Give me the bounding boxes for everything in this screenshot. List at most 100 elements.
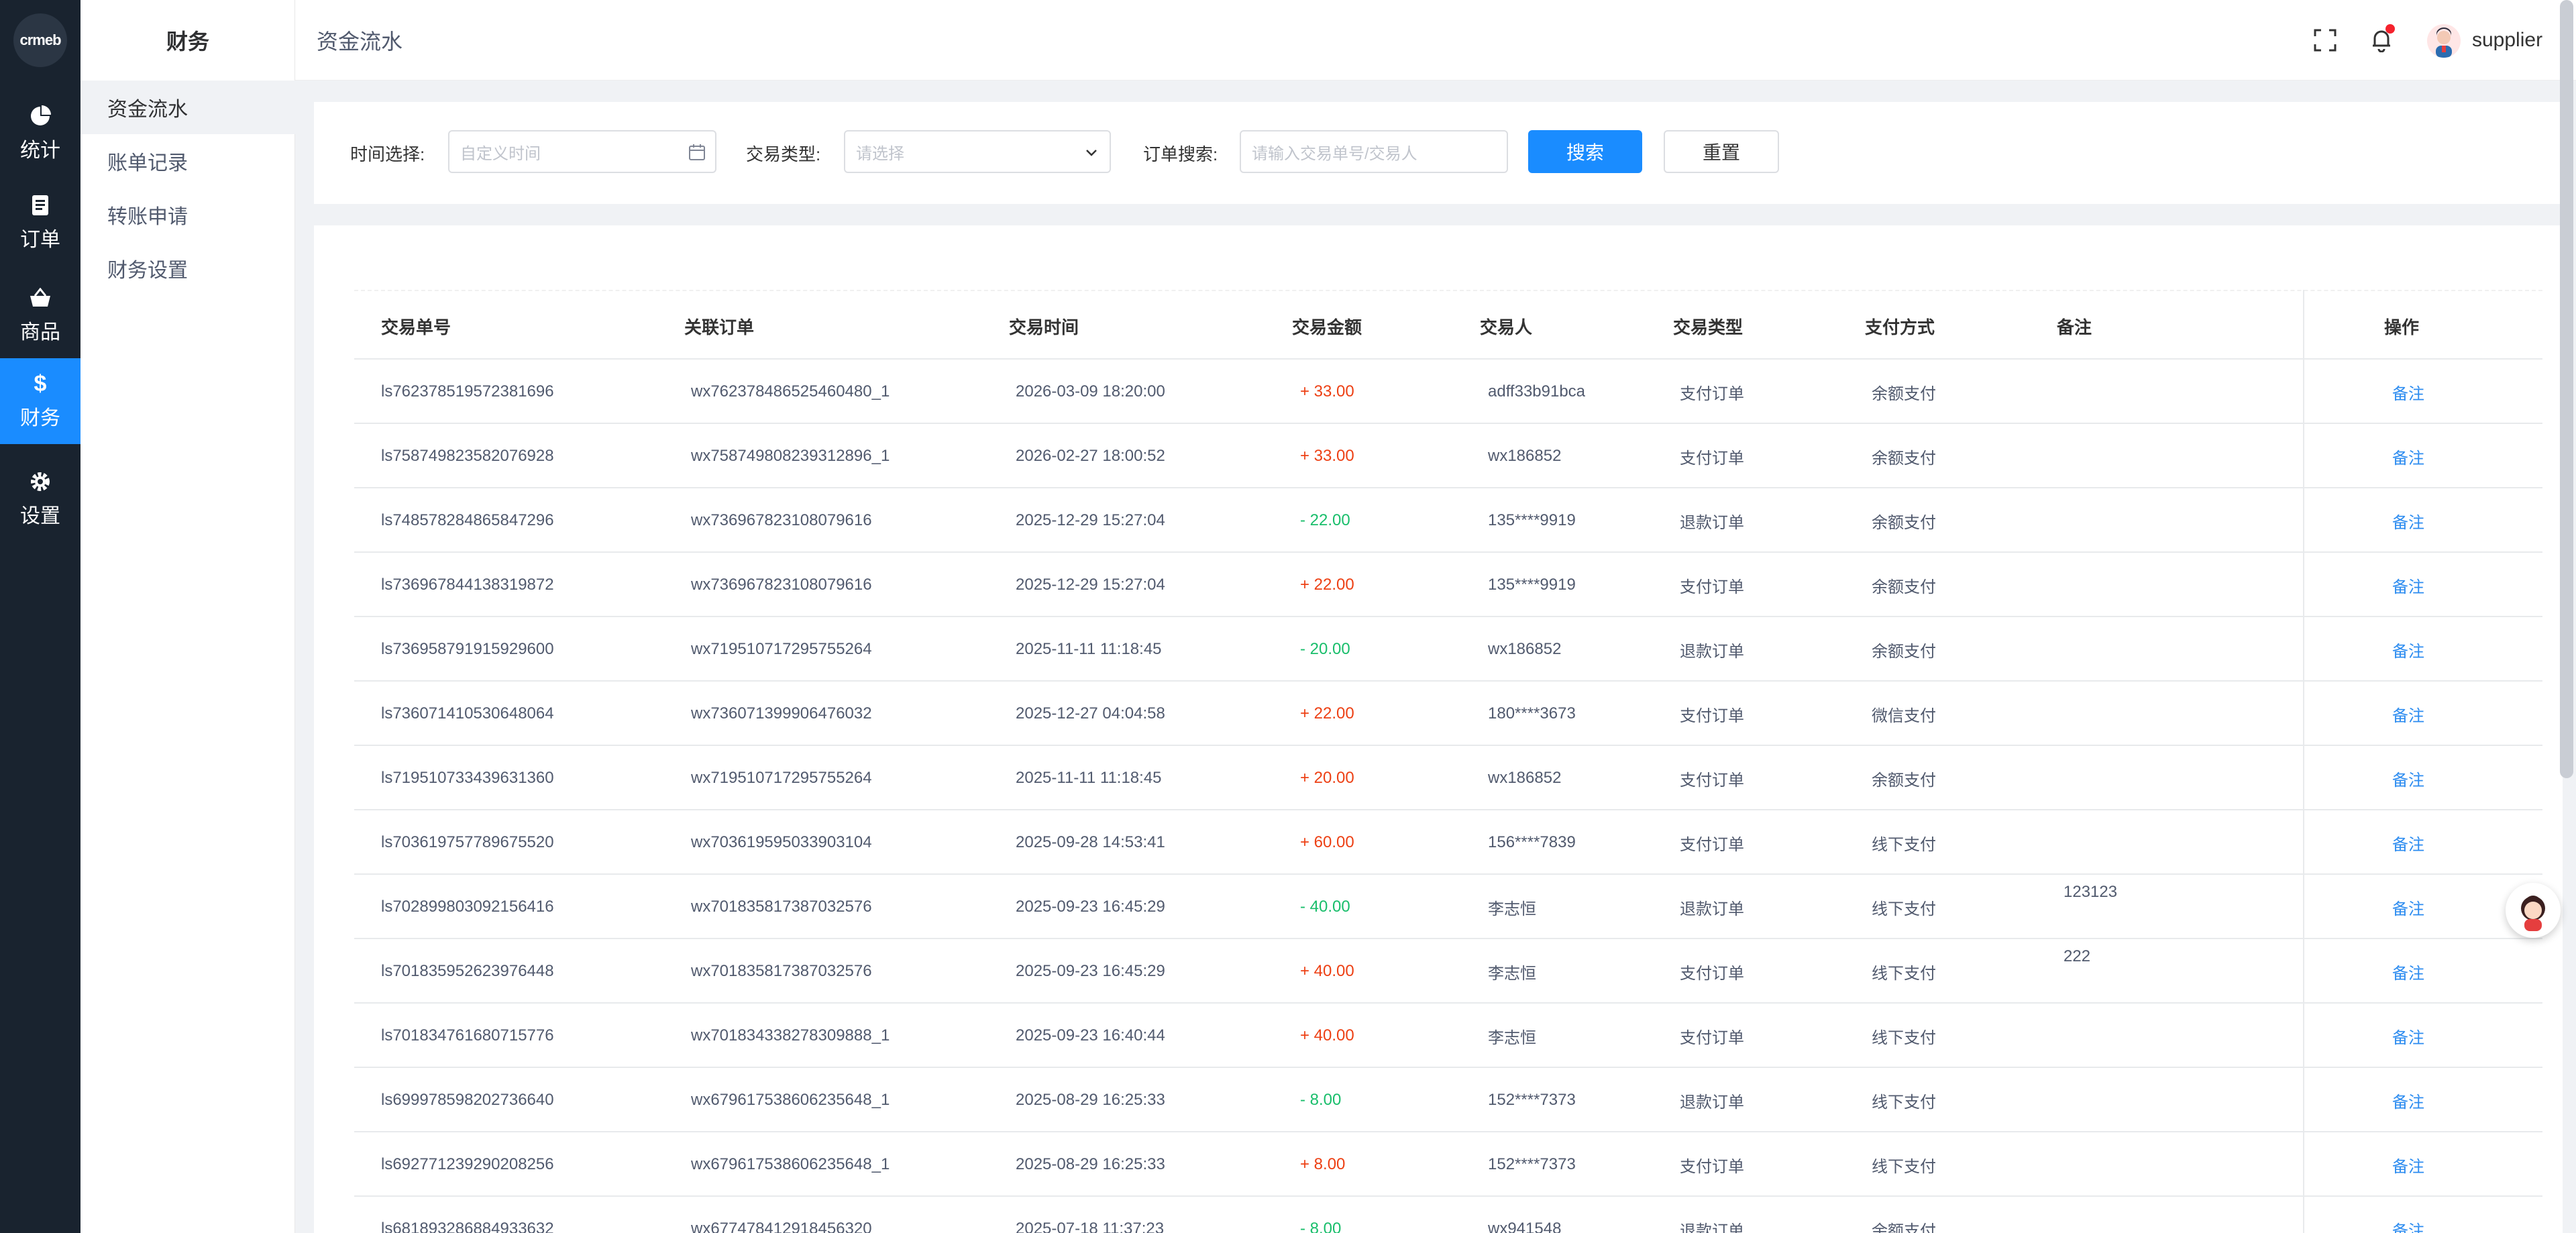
cell-amount: + 60.00	[1300, 833, 1354, 851]
nav-item-orders[interactable]: 订单	[0, 180, 80, 266]
order-search-input[interactable]: 请输入交易单号/交易人	[1240, 130, 1508, 173]
top-header: 资金流水 supplier	[295, 0, 2576, 81]
remark-action-link[interactable]: 备注	[2392, 553, 2424, 617]
nav-item-settings[interactable]: 设置	[0, 456, 80, 542]
remark-action-link[interactable]: 备注	[2392, 360, 2424, 424]
date-range-input[interactable]: 自定义时间	[448, 130, 716, 173]
nav-label: 设置	[20, 505, 60, 527]
cell-amount: + 40.00	[1300, 1026, 1354, 1044]
cell-user: 李志恒	[1488, 900, 1536, 918]
col-type: 交易类型	[1673, 317, 1743, 337]
remark-action-link[interactable]: 备注	[2392, 488, 2424, 553]
remark-action-link[interactable]: 备注	[2392, 1004, 2424, 1068]
table-row: ls758749823582076928 wx758749808239312896…	[354, 424, 2542, 488]
fullscreen-icon[interactable]	[2312, 27, 2339, 54]
submenu-item-bill-records[interactable]: 账单记录	[80, 134, 295, 188]
nav-item-statistics[interactable]: 统计	[0, 91, 80, 176]
select-placeholder: 请选择	[856, 144, 904, 163]
cell-related-order: wx679617538606235648_1	[691, 1155, 890, 1173]
col-remark: 备注	[2057, 317, 2092, 337]
cell-related-order: wx758749808239312896_1	[691, 447, 890, 465]
remark-action-link[interactable]: 备注	[2392, 939, 2424, 1004]
bell-icon[interactable]	[2368, 24, 2395, 54]
cell-type: 支付订单	[1680, 1157, 1744, 1176]
remark-action-link[interactable]: 备注	[2392, 617, 2424, 682]
submenu-item-finance-settings[interactable]: 财务设置	[80, 242, 295, 295]
nav-item-products[interactable]: 商品	[0, 272, 80, 358]
remark-action-link[interactable]: 备注	[2392, 746, 2424, 810]
dollar-icon: $	[34, 370, 47, 396]
submenu-item-fund-flow[interactable]: 资金流水	[80, 81, 295, 134]
remark-action-link[interactable]: 备注	[2392, 1197, 2424, 1233]
cell-user: 135****9919	[1488, 576, 1576, 594]
table-row: ls703619757789675520 wx703619595033903104…	[354, 810, 2542, 875]
cell-transaction-no: ls703619757789675520	[381, 833, 554, 851]
cell-transaction-no: ls758749823582076928	[381, 447, 554, 465]
cell-amount: + 22.00	[1300, 704, 1354, 722]
cell-related-order: wx677478412918456320	[691, 1220, 872, 1233]
chevron-down-icon	[1083, 144, 1100, 161]
submenu-item-transfer-request[interactable]: 转账申请	[80, 188, 295, 242]
cell-type: 退款订单	[1680, 1093, 1744, 1112]
cell-amount: - 20.00	[1300, 640, 1350, 658]
col-actions: 操作	[2384, 317, 2420, 337]
cell-transaction-time: 2025-09-23 16:45:29	[1016, 898, 1165, 916]
app-logo[interactable]: crmeb	[13, 13, 67, 67]
avatar[interactable]	[2427, 24, 2461, 58]
cell-transaction-no: ls736071410530648064	[381, 704, 554, 722]
cell-pay-method: 微信支付	[1872, 706, 1936, 725]
table-row: ls701835952623976448 wx701835817387032576…	[354, 939, 2542, 1004]
cell-type: 支付订单	[1680, 578, 1744, 596]
cell-transaction-no: ls736967844138319872	[381, 576, 554, 594]
remark-action-link[interactable]: 备注	[2392, 875, 2424, 939]
remark-action-link[interactable]: 备注	[2392, 1068, 2424, 1132]
cell-type: 支付订单	[1680, 706, 1744, 725]
cell-related-order: wx701834338278309888_1	[691, 1026, 890, 1044]
cell-pay-method: 余额支付	[1872, 642, 1936, 661]
cell-related-order: wx701835817387032576	[691, 962, 872, 980]
cell-user: 152****7373	[1488, 1091, 1576, 1109]
cell-amount: + 20.00	[1300, 769, 1354, 787]
username[interactable]: supplier	[2472, 0, 2542, 81]
date-placeholder: 自定义时间	[460, 144, 541, 163]
cell-related-order: wx736071399906476032	[691, 704, 872, 722]
remark-action-link[interactable]: 备注	[2392, 682, 2424, 746]
cell-user: wx186852	[1488, 640, 1562, 658]
search-button[interactable]: 搜索	[1528, 130, 1642, 173]
cell-amount: - 8.00	[1300, 1220, 1342, 1233]
cell-transaction-time: 2025-09-23 16:45:29	[1016, 962, 1165, 980]
cell-user: wx941548	[1488, 1220, 1562, 1233]
col-amount: 交易金额	[1292, 317, 1362, 337]
remark-action-link[interactable]: 备注	[2392, 810, 2424, 875]
cell-transaction-time: 2025-11-11 11:18:45	[1016, 640, 1162, 658]
table-row: ls736967844138319872 wx736967823108079616…	[354, 553, 2542, 617]
cell-amount: + 40.00	[1300, 962, 1354, 980]
cell-type: 支付订单	[1680, 384, 1744, 403]
nav-item-finance[interactable]: $ 财务	[0, 358, 80, 444]
cell-transaction-time: 2025-11-11 11:18:45	[1016, 769, 1162, 787]
remark-action-link[interactable]: 备注	[2392, 424, 2424, 488]
cell-amount: + 8.00	[1300, 1155, 1346, 1173]
remark-action-link[interactable]: 备注	[2392, 1132, 2424, 1197]
cell-transaction-time: 2025-12-29 15:27:04	[1016, 576, 1165, 594]
cell-transaction-no: ls681893286884933632	[381, 1220, 554, 1233]
transaction-type-select[interactable]: 请选择	[844, 130, 1111, 173]
nav-label: 商品	[20, 321, 60, 343]
cell-type: 退款订单	[1680, 642, 1744, 661]
cell-pay-method: 线下支付	[1872, 1093, 1936, 1112]
customer-service-avatar[interactable]	[2506, 883, 2561, 938]
page-scrollbar[interactable]	[2560, 0, 2573, 778]
col-pay-method: 支付方式	[1865, 317, 1935, 337]
cell-amount: - 22.00	[1300, 511, 1350, 529]
breadcrumb: 资金流水	[317, 30, 403, 54]
col-related-order: 关联订单	[684, 317, 755, 337]
calendar-icon	[688, 144, 706, 161]
cell-transaction-time: 2026-02-27 18:00:52	[1016, 447, 1165, 465]
notification-badge	[2385, 24, 2395, 34]
cell-user: adff33b91bca	[1488, 382, 1586, 400]
cell-related-order: wx701835817387032576	[691, 898, 872, 916]
cell-type: 支付订单	[1680, 449, 1744, 468]
time-label: 时间选择:	[350, 144, 425, 164]
cell-user: 135****9919	[1488, 511, 1576, 529]
reset-button[interactable]: 重置	[1664, 130, 1779, 173]
